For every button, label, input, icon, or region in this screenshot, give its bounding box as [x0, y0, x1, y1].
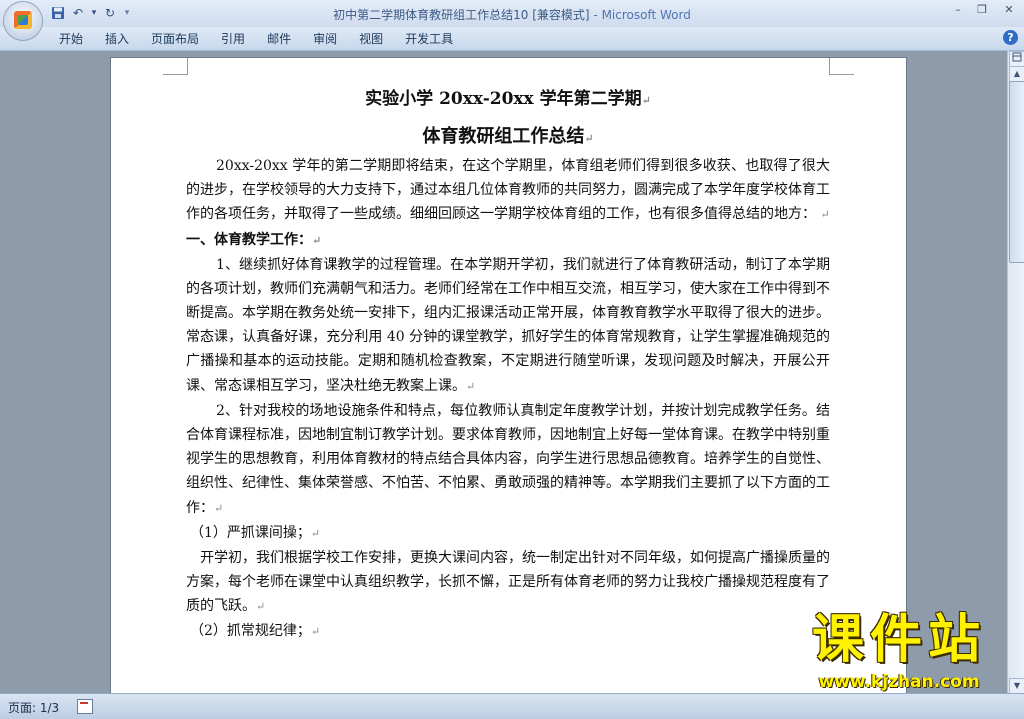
paragraph-mark: ↵ — [312, 233, 322, 247]
intro-paragraph: 20xx-20xx 学年的第二学期即将结束，在这个学期里，体育组老师们得到很多收… — [186, 158, 830, 223]
title-bar: ↶ ▾ ↻ ▾ 初中第二学期体育教研组工作总结10 [兼容模式] - Micro… — [0, 0, 1024, 27]
sub-2-heading: （2）抓常规纪律；↵ — [190, 623, 321, 640]
status-bar: 页面: 1/3 — [0, 693, 1024, 719]
paragraph-mark: ↵ — [641, 94, 651, 107]
scroll-thumb[interactable] — [1009, 81, 1024, 263]
paragraph-mark: ↵ — [310, 625, 321, 639]
window-controls: – ❐ ✕ — [946, 0, 1024, 20]
paragraph-mark: ↵ — [584, 132, 594, 145]
tab-view[interactable]: 视图 — [348, 31, 394, 47]
document-title-line-1: 实验小学 20xx-20xx 学年第二学期↵ — [365, 89, 651, 109]
sub-1-heading: （1）严抓课间操；↵ — [190, 524, 321, 541]
application-name: - Microsoft Word — [589, 8, 691, 22]
office-logo-icon — [14, 11, 32, 29]
watermark-logo-text: 课件站 — [811, 610, 986, 670]
minimize-button[interactable]: – — [946, 0, 970, 18]
tab-developer[interactable]: 开发工具 — [394, 31, 464, 47]
ruler-toggle-icon[interactable] — [1009, 51, 1024, 67]
office-button[interactable] — [4, 2, 42, 40]
ribbon-tabs: 开始 插入 页面布局 引用 邮件 审阅 视图 开发工具 — [48, 31, 464, 47]
document-body: 实验小学 20xx-20xx 学年第二学期↵ 体育教研组工作总结↵ 20xx-2… — [186, 84, 830, 644]
paragraph-mark: ↵ — [256, 600, 266, 614]
paragraph-mark: ↵ — [310, 526, 321, 540]
close-button[interactable]: ✕ — [994, 0, 1024, 18]
document-workspace: 实验小学 20xx-20xx 学年第二学期↵ 体育教研组工作总结↵ 20xx-2… — [0, 51, 1008, 693]
paragraph-mark: ↵ — [214, 501, 224, 515]
tab-references[interactable]: 引用 — [210, 31, 256, 47]
watermark-url: www.kjzhan.com — [818, 672, 980, 692]
watermark: 课件站 www.kjzhan.com — [775, 612, 1023, 692]
tab-page-layout[interactable]: 页面布局 — [140, 31, 210, 47]
tab-mailings[interactable]: 邮件 — [256, 31, 302, 47]
proofing-status-icon[interactable] — [77, 699, 93, 714]
tab-insert[interactable]: 插入 — [94, 31, 140, 47]
document-name: 初中第二学期体育教研组工作总结10 [兼容模式] — [333, 8, 590, 22]
crop-mark-top-right — [829, 58, 854, 75]
page-number-indicator[interactable]: 页面: 1/3 — [8, 699, 59, 716]
maximize-button[interactable]: ❐ — [970, 0, 994, 18]
scroll-up-button[interactable]: ▲ — [1009, 66, 1024, 82]
paragraph-mark: ↵ — [820, 208, 830, 222]
sub-1-paragraph: 开学初，我们根据学校工作安排，更换大课间内容，统一制定出针对不同年级，如何提高广… — [186, 549, 830, 615]
section-1-heading: 一、体育教学工作：↵ — [186, 231, 322, 248]
tab-home[interactable]: 开始 — [48, 31, 94, 47]
paragraph-mark: ↵ — [466, 379, 476, 393]
item-1-paragraph: 1、继续抓好体育课教学的过程管理。在本学期开学初，我们就进行了体育教研活动，制订… — [186, 256, 830, 394]
tab-review[interactable]: 审阅 — [302, 31, 348, 47]
vertical-scrollbar[interactable]: ▲ ▼ — [1007, 51, 1024, 694]
window-title: 初中第二学期体育教研组工作总结10 [兼容模式] - Microsoft Wor… — [0, 6, 1024, 23]
document-title-line-2: 体育教研组工作总结↵ — [422, 126, 594, 147]
document-page[interactable]: 实验小学 20xx-20xx 学年第二学期↵ 体育教研组工作总结↵ 20xx-2… — [110, 57, 907, 693]
crop-mark-top-left — [163, 58, 188, 75]
help-icon[interactable]: ? — [1003, 30, 1018, 45]
ribbon: 开始 插入 页面布局 引用 邮件 审阅 视图 开发工具 ? — [0, 27, 1024, 51]
item-2-paragraph: 2、针对我校的场地设施条件和特点，每位教师认真制定年度教学计划，并按计划完成教学… — [186, 402, 830, 516]
